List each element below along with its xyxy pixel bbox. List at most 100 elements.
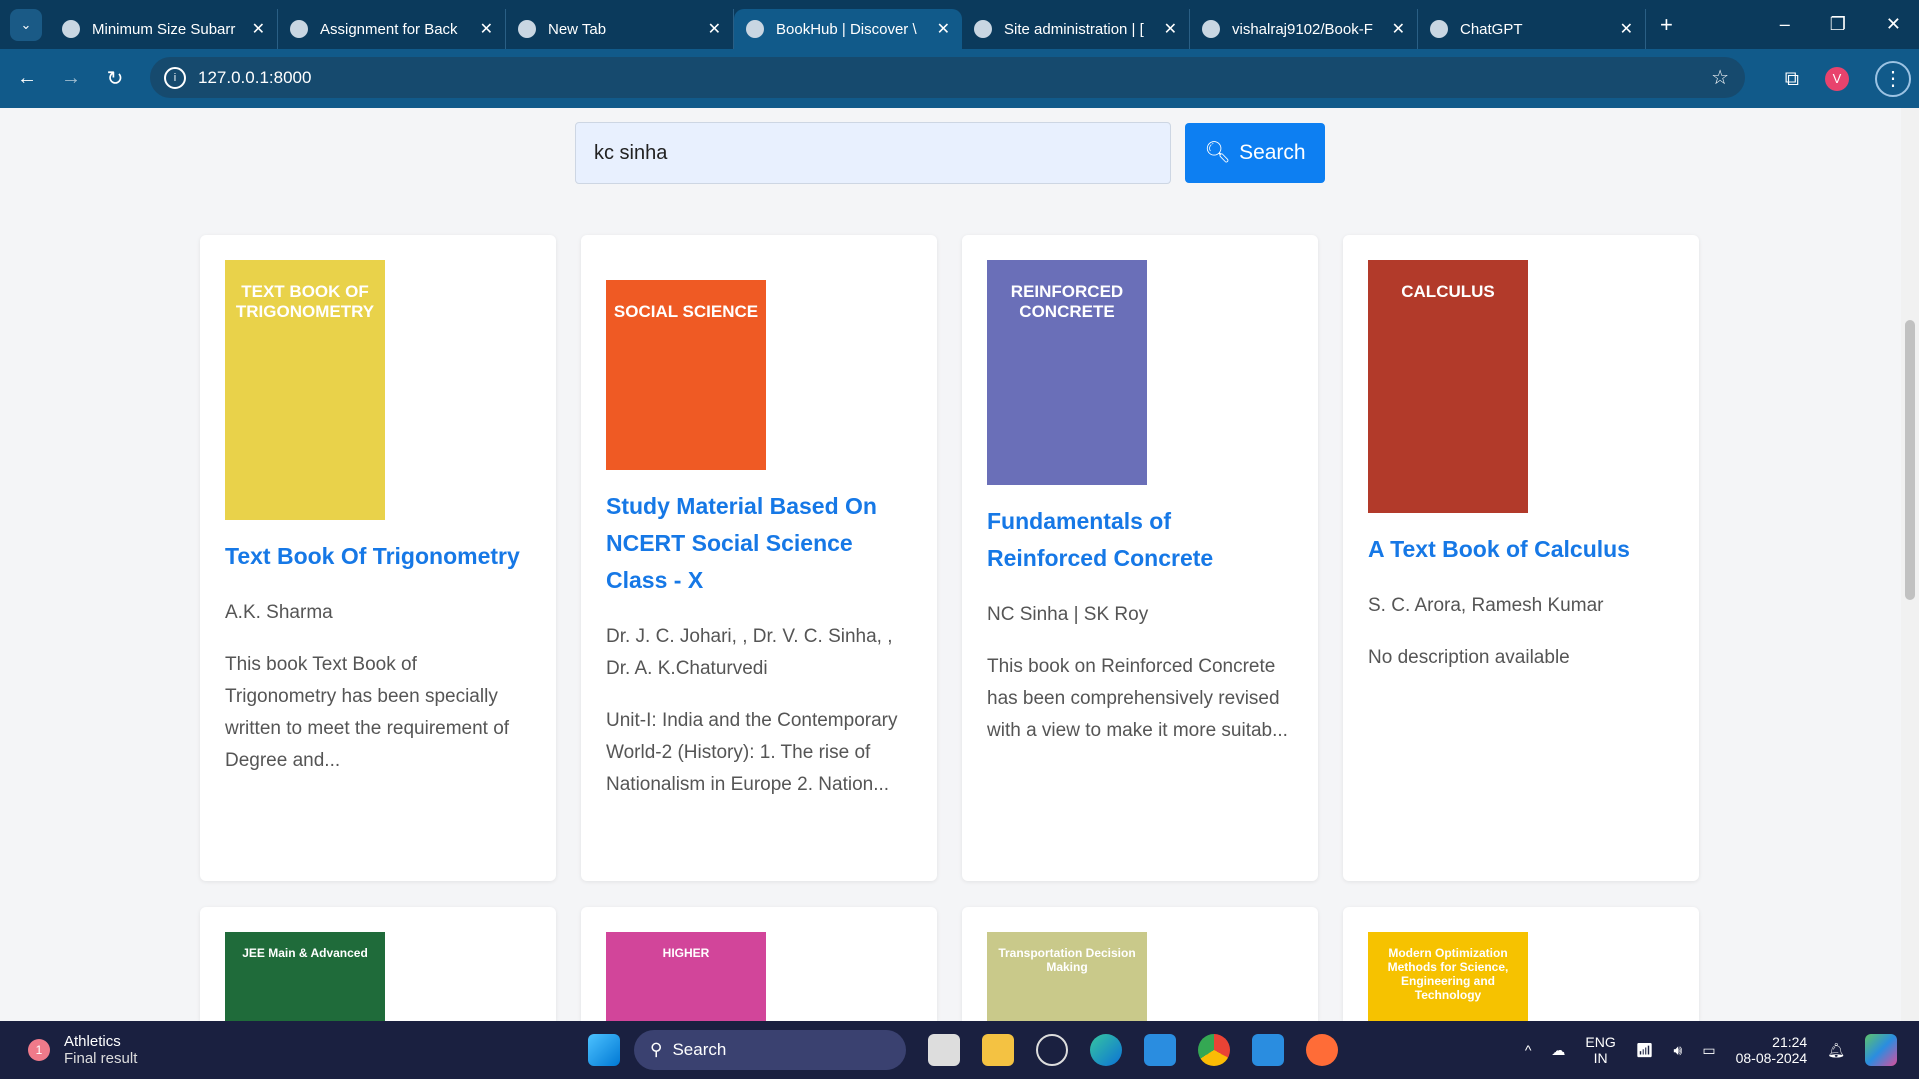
copilot-icon[interactable] bbox=[1865, 1034, 1897, 1066]
scrollbar-thumb[interactable] bbox=[1905, 320, 1915, 600]
cover-text: HIGHER bbox=[662, 946, 710, 960]
tab-title: Assignment for Back bbox=[320, 20, 458, 38]
book-card: JEE Main & Advanced bbox=[200, 907, 556, 1021]
site-info-icon[interactable]: i bbox=[164, 66, 186, 89]
book-author: A.K. Sharma bbox=[225, 602, 333, 623]
browser-tab[interactable]: Minimum Size Subarr ✕ bbox=[50, 9, 278, 49]
browser-tab[interactable]: vishalraj9102/Book-F ✕ bbox=[1190, 9, 1418, 49]
page-scrollbar[interactable] bbox=[1901, 108, 1919, 1021]
tab-title: BookHub | Discover \ bbox=[776, 20, 917, 38]
volume-icon[interactable]: 🔊︎ bbox=[1674, 1042, 1683, 1059]
book-card: Modern Optimization Methods for Science,… bbox=[1343, 907, 1699, 1021]
search-button-label: Search bbox=[1239, 141, 1306, 164]
clock[interactable]: 21:24 08-08-2024 bbox=[1736, 1034, 1808, 1066]
edge-icon[interactable] bbox=[1090, 1034, 1122, 1066]
time-text: 21:24 bbox=[1772, 1034, 1808, 1050]
close-tab-icon[interactable]: ✕ bbox=[480, 19, 493, 39]
cover-text: SOCIAL SCIENCE bbox=[613, 302, 759, 321]
extensions-icon[interactable]: ⧉ bbox=[1785, 68, 1799, 91]
profile-avatar[interactable]: V bbox=[1825, 67, 1849, 91]
close-tab-icon[interactable]: ✕ bbox=[1392, 19, 1405, 39]
book-card: TEXT BOOK OF TRIGONOMETRY Text Book Of T… bbox=[200, 235, 556, 881]
windows-start-icon[interactable] bbox=[588, 1034, 620, 1066]
book-cover-image[interactable]: HIGHER bbox=[606, 932, 766, 1021]
url-field[interactable]: i 127.0.0.1:8000 ☆ bbox=[150, 57, 1745, 98]
reload-button[interactable]: ↻ bbox=[93, 66, 137, 91]
news-title: Athletics bbox=[64, 1033, 121, 1050]
tab-title: Minimum Size Subarr bbox=[92, 20, 236, 38]
mail-icon[interactable] bbox=[1144, 1034, 1176, 1066]
browser-tab[interactable]: Site administration | [ ✕ bbox=[962, 9, 1190, 49]
search-button[interactable]: 🔍︎ Search bbox=[1185, 123, 1325, 183]
cover-text: CALCULUS bbox=[1401, 282, 1495, 301]
book-title-link[interactable]: A Text Book of Calculus bbox=[1368, 531, 1674, 568]
tab-title: New Tab bbox=[548, 20, 607, 38]
book-cover-image[interactable]: TEXT BOOK OF TRIGONOMETRY bbox=[225, 260, 385, 520]
vscode-icon[interactable] bbox=[1252, 1034, 1284, 1066]
book-cover-image[interactable]: Modern Optimization Methods for Science,… bbox=[1368, 932, 1528, 1021]
news-subtitle: Final result bbox=[64, 1050, 138, 1067]
dell-icon[interactable] bbox=[1036, 1034, 1068, 1066]
date-text: 08-08-2024 bbox=[1735, 1050, 1808, 1066]
chrome-icon[interactable] bbox=[1198, 1034, 1230, 1066]
book-description: No description available bbox=[1368, 647, 1570, 668]
book-author: S. C. Arora, Ramesh Kumar bbox=[1368, 595, 1604, 616]
file-explorer-icon[interactable] bbox=[982, 1034, 1014, 1066]
book-description: Unit-I: India and the Contemporary World… bbox=[606, 710, 898, 795]
book-cover-image[interactable]: SOCIAL SCIENCE bbox=[606, 280, 766, 470]
book-cover-image[interactable]: Transportation Decision Making bbox=[987, 932, 1147, 1021]
close-window-button[interactable]: ✕ bbox=[1886, 14, 1901, 35]
close-tab-icon[interactable]: ✕ bbox=[1164, 19, 1177, 39]
book-title-link[interactable]: Fundamentals of Reinforced Concrete bbox=[987, 503, 1293, 577]
book-title-link[interactable]: Text Book Of Trigonometry bbox=[225, 538, 531, 575]
taskbar-search[interactable]: ⚲ Search bbox=[634, 1030, 906, 1070]
close-tab-icon[interactable]: ✕ bbox=[1620, 19, 1633, 39]
browser-menu-button[interactable]: ⋮ bbox=[1875, 61, 1911, 97]
language-indicator[interactable]: ENG IN bbox=[1585, 1034, 1615, 1066]
close-tab-icon[interactable]: ✕ bbox=[708, 19, 721, 39]
cover-text: TEXT BOOK OF TRIGONOMETRY bbox=[235, 282, 375, 321]
tab-title: ChatGPT bbox=[1460, 20, 1523, 38]
browser-tab[interactable]: ChatGPT ✕ bbox=[1418, 9, 1646, 49]
restore-button[interactable]: ❐ bbox=[1830, 14, 1846, 35]
news-widget[interactable]: 1 Athletics Final result bbox=[28, 1033, 588, 1067]
bookmark-star-icon[interactable]: ☆ bbox=[1711, 65, 1729, 90]
taskbar: 1 Athletics Final result ⚲ Search ^ ☁ ENG I… bbox=[0, 1021, 1919, 1079]
cover-text: Modern Optimization Methods for Science,… bbox=[1387, 946, 1509, 1002]
onedrive-icon[interactable]: ☁ bbox=[1551, 1042, 1565, 1059]
leetcode-icon bbox=[62, 20, 80, 38]
chrome-icon bbox=[518, 20, 536, 38]
browser-tab[interactable]: BookHub | Discover \ ✕ bbox=[734, 9, 962, 49]
new-tab-button[interactable]: + bbox=[1660, 12, 1673, 38]
cover-text: JEE Main & Advanced bbox=[242, 946, 368, 960]
browser-tab[interactable]: Assignment for Back ✕ bbox=[278, 9, 506, 49]
notifications-icon[interactable]: 🔔︎ bbox=[1827, 1042, 1845, 1059]
book-card: CALCULUS A Text Book of Calculus S. C. A… bbox=[1343, 235, 1699, 881]
globe-icon bbox=[974, 20, 992, 38]
close-tab-icon[interactable]: ✕ bbox=[937, 19, 950, 39]
browser-tab[interactable]: New Tab ✕ bbox=[506, 9, 734, 49]
book-author: Dr. J. C. Johari, , Dr. V. C. Sinha, , D… bbox=[606, 626, 893, 679]
url-text: 127.0.0.1:8000 bbox=[198, 67, 312, 87]
battery-icon[interactable]: ▭ bbox=[1702, 1042, 1715, 1059]
book-description: This book on Reinforced Concrete has bee… bbox=[987, 656, 1288, 741]
search-input[interactable]: kc sinha bbox=[575, 122, 1171, 184]
back-button[interactable]: ← bbox=[5, 67, 49, 90]
task-view-icon[interactable] bbox=[928, 1034, 960, 1066]
close-tab-icon[interactable]: ✕ bbox=[252, 19, 265, 39]
forward-button[interactable]: → bbox=[49, 67, 93, 90]
address-bar: ← → ↻ i 127.0.0.1:8000 ☆ ⧉ V ⋮ bbox=[0, 49, 1919, 108]
book-cover-image[interactable]: JEE Main & Advanced bbox=[225, 932, 385, 1021]
book-title-link[interactable]: Study Material Based On NCERT Social Sci… bbox=[606, 488, 912, 599]
book-cover-image[interactable]: REINFORCED CONCRETE bbox=[987, 260, 1147, 485]
minimize-button[interactable]: – bbox=[1780, 14, 1790, 35]
tab-title: Site administration | [ bbox=[1004, 20, 1144, 38]
postman-icon[interactable] bbox=[1306, 1034, 1338, 1066]
region-text: IN bbox=[1593, 1050, 1608, 1066]
globe-icon bbox=[746, 20, 764, 38]
book-cover-image[interactable]: CALCULUS bbox=[1368, 260, 1528, 513]
book-description: This book Text Book of Trigonometry has … bbox=[225, 654, 510, 771]
wifi-icon[interactable]: 📶︎ bbox=[1636, 1042, 1654, 1059]
show-hidden-icons[interactable]: ^ bbox=[1525, 1042, 1532, 1058]
tab-search-button[interactable]: ⌄ bbox=[10, 8, 42, 41]
